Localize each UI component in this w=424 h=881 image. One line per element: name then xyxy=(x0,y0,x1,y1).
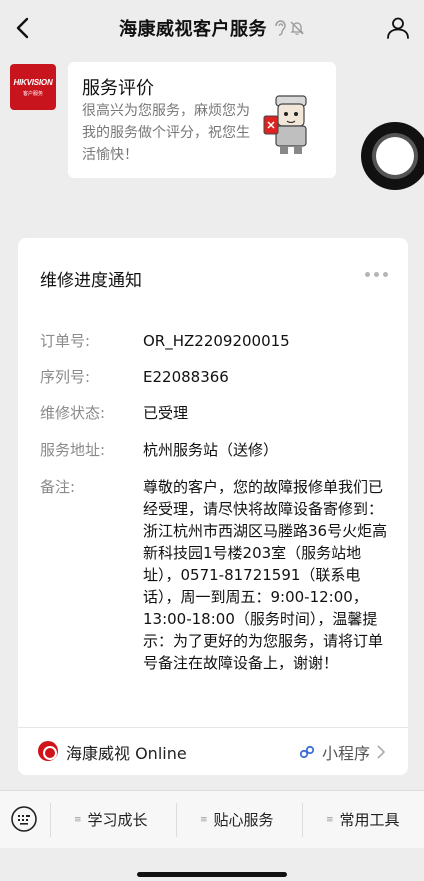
field-label: 备注: xyxy=(40,478,76,496)
service-rating-message[interactable]: 服务评价 很高兴为您服务，麻烦您为我的服务做个评分，祝您生活愉快！ xyxy=(68,62,336,178)
field-value: 杭州服务站（送修） xyxy=(143,441,279,459)
field-label: 维修状态: xyxy=(40,404,106,422)
floating-assistive-button[interactable] xyxy=(361,122,424,190)
avatar-brand-text: HIKVISION xyxy=(13,77,53,87)
mini-program-name: 海康威视 Online xyxy=(66,744,187,763)
avatar[interactable]: HIKVISION 客户服务 xyxy=(10,64,56,110)
floating-button-core xyxy=(376,137,414,175)
field-remarks: 备注: 尊敬的客户，您的故障报修单我们已经受理，请尽快将故障设备寄修到：浙江杭州… xyxy=(40,476,390,706)
menu-divider xyxy=(302,803,303,837)
back-arrow-icon[interactable] xyxy=(10,14,38,42)
menu-divider xyxy=(50,803,51,837)
field-label: 序列号: xyxy=(40,368,91,386)
field-value: OR_HZ2209200015 xyxy=(143,332,290,350)
avatar-sub-text: 客户服务 xyxy=(22,90,43,97)
mascot-illustration-icon xyxy=(263,95,307,154)
page-title: 海康威视客户服务 xyxy=(119,19,267,40)
user-icon[interactable] xyxy=(384,14,412,42)
field-value: 尊敬的客户，您的故障报修单我们已经受理，请尽快将故障设备寄修到：浙江杭州市西湖区… xyxy=(143,478,388,672)
bell-muted-icon xyxy=(290,21,304,35)
menu-label: 学习成长 xyxy=(87,811,148,829)
mini-program-link[interactable]: 小程序 xyxy=(298,740,386,764)
nav-title-wrap: 海康威视客户服务 xyxy=(119,15,305,41)
menu-label: 常用工具 xyxy=(339,811,400,829)
mini-program-icon xyxy=(299,745,315,759)
card-title: 维修进度通知 xyxy=(40,271,142,291)
mini-program-footer[interactable]: 海康威视 Online 小程序 xyxy=(18,728,408,775)
home-indicator[interactable] xyxy=(137,872,287,877)
menu-lines-icon: ≡ xyxy=(74,814,82,825)
chevron-right-icon xyxy=(377,745,386,759)
nav-bar: 海康威视客户服务 xyxy=(0,0,424,56)
field-value: E22088366 xyxy=(143,368,229,386)
field-serial-number: 序列号: E22088366 xyxy=(40,366,390,388)
keyboard-icon[interactable] xyxy=(10,805,38,833)
menu-divider xyxy=(176,803,177,837)
bottom-menu-bar: ≡ 学习成长 ≡ 贴心服务 ≡ 常用工具 xyxy=(0,790,424,848)
mini-program-label: 小程序 xyxy=(321,744,370,763)
menu-care-service[interactable]: ≡ 贴心服务 xyxy=(200,809,274,830)
message-title: 服务评价 xyxy=(82,78,154,99)
field-label: 服务地址: xyxy=(40,441,106,459)
hikvision-logo-icon xyxy=(38,741,58,761)
field-service-address: 服务地址: 杭州服务站（送修） xyxy=(40,439,390,461)
menu-lines-icon: ≡ xyxy=(200,814,208,825)
menu-label: 贴心服务 xyxy=(213,811,274,829)
field-repair-status: 维修状态: 已受理 xyxy=(40,402,390,424)
more-options-icon[interactable] xyxy=(365,272,388,277)
menu-common-tools[interactable]: ≡ 常用工具 xyxy=(326,809,400,830)
ear-icon xyxy=(275,20,286,36)
field-value: 已受理 xyxy=(143,404,189,422)
field-order-number: 订单号: OR_HZ2209200015 xyxy=(40,330,390,352)
message-text: 很高兴为您服务，麻烦您为我的服务做个评分，祝您生活愉快！ xyxy=(82,103,250,163)
field-label: 订单号: xyxy=(40,332,91,350)
repair-progress-card[interactable]: 维修进度通知 订单号: OR_HZ2209200015 序列号: E220883… xyxy=(18,238,408,775)
menu-learn-grow[interactable]: ≡ 学习成长 xyxy=(74,809,148,830)
menu-lines-icon: ≡ xyxy=(326,814,334,825)
